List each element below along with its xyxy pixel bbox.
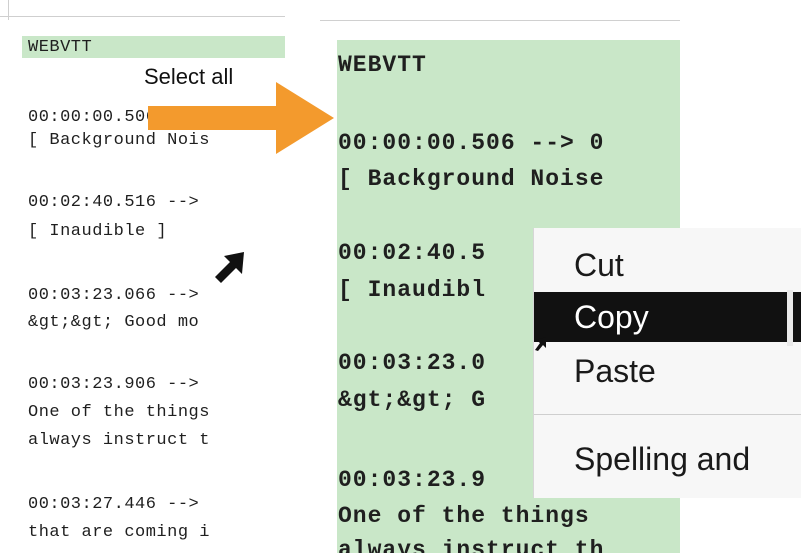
menu-item-copy[interactable]: Copy (534, 292, 801, 342)
menu-item-cut[interactable]: Cut (534, 240, 801, 290)
divider (8, 0, 9, 20)
text-line: always instruct t (28, 431, 210, 450)
menu-edge (787, 290, 793, 346)
text-line: [ Inaudibl (338, 277, 487, 303)
text-line: &gt;&gt; Good mo (28, 313, 200, 332)
menu-item-spelling[interactable]: Spelling and (534, 434, 801, 484)
text-line: 00:03:23.906 --> (28, 375, 200, 394)
text-line: WEBVTT (338, 52, 427, 78)
text-line: always instruct th (338, 537, 605, 553)
text-line: 00:03:23.066 --> (28, 286, 200, 305)
cursor-icon (535, 337, 546, 351)
text-line: 00:03:23.9 (338, 467, 487, 493)
menu-separator (534, 414, 801, 415)
text-line: 00:02:40.5 (338, 240, 487, 266)
text-line: WEBVTT (28, 38, 93, 57)
text-line: One of the things (28, 403, 210, 422)
text-line: 00:03:23.0 (338, 350, 487, 376)
context-menu: Cut Copy Paste Spelling and (533, 228, 801, 498)
divider (0, 16, 285, 17)
text-line: [ Inaudible ] (28, 222, 168, 241)
text-line: [ Background Noise (338, 166, 605, 192)
arrow-right-icon (148, 82, 334, 154)
divider (320, 20, 680, 21)
pointer-arrow-icon (215, 252, 244, 283)
text-line: &gt;&gt; G (338, 387, 487, 413)
text-line: 00:03:27.446 --> (28, 495, 200, 514)
text-line: 00:00:00.506 --> 0 (338, 130, 605, 156)
text-line: 00:02:40.516 --> (28, 193, 200, 212)
menu-item-paste[interactable]: Paste (534, 346, 801, 396)
text-line: One of the things (338, 503, 590, 529)
text-line: that are coming i (28, 523, 210, 542)
